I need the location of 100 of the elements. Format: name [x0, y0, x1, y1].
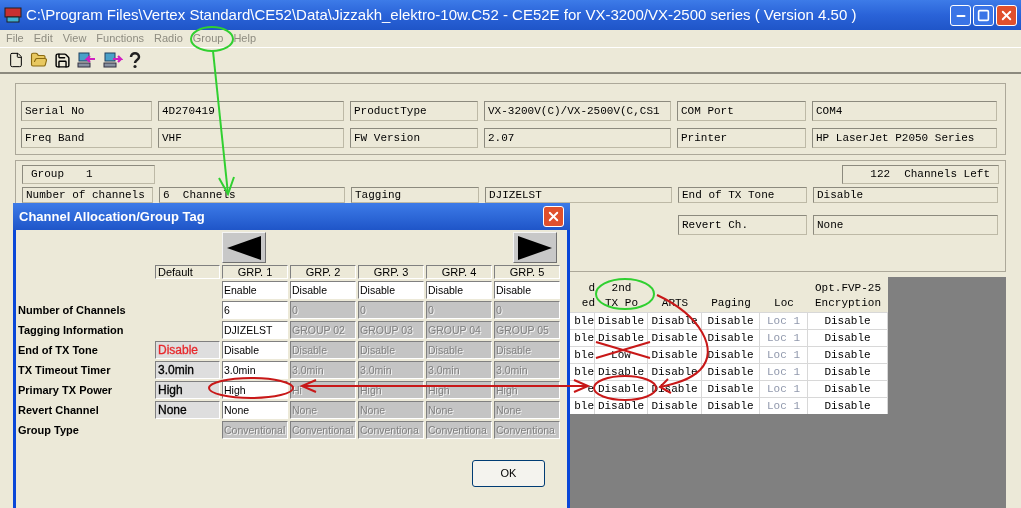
- input-field[interactable]: Disable: [494, 281, 560, 299]
- right-arrow-icon: [516, 234, 554, 261]
- table-cell-text: Disable: [651, 365, 698, 380]
- default-value: Disable: [158, 343, 199, 357]
- row-label: Primary TX Power: [17, 383, 114, 398]
- input-field[interactable]: 3.0min: [222, 361, 288, 379]
- disabled-field: Conventional: [290, 421, 356, 439]
- input-field[interactable]: Disable: [358, 281, 424, 299]
- folder-icon[interactable]: [30, 51, 48, 69]
- column-header: GRP. 2: [290, 265, 356, 279]
- group-label: Group 1: [22, 165, 155, 184]
- disabled-field: Disable: [494, 341, 560, 359]
- app-icon: [4, 7, 22, 23]
- row-label: Tagging Information: [17, 323, 125, 338]
- disabled-field: 3.0min: [358, 361, 424, 379]
- new-file-icon[interactable]: [8, 52, 24, 68]
- field-value: COM4: [812, 101, 997, 121]
- disabled-field: 0: [494, 301, 560, 319]
- field-label: ProductType: [350, 101, 478, 121]
- column-header: 2nd TX Po: [605, 281, 638, 311]
- help-icon[interactable]: [129, 51, 141, 69]
- field-value: DJIZELST: [485, 187, 672, 203]
- table-cell-text: Loc 1: [767, 365, 800, 380]
- input-field[interactable]: Disable: [222, 341, 288, 359]
- disabled-field: None: [494, 401, 560, 419]
- dialog-title: Channel Allocation/Group Tag: [19, 207, 205, 226]
- disabled-field: 3.0min: [494, 361, 560, 379]
- field-label: Printer: [677, 128, 806, 148]
- field-label: COM Port: [677, 101, 806, 121]
- table-cell-text: ble: [574, 365, 594, 380]
- input-field[interactable]: Disable: [290, 281, 356, 299]
- disabled-field: GROUP 05: [494, 321, 560, 339]
- column-header: GRP. 5: [494, 265, 560, 279]
- field-label: Tagging: [351, 187, 479, 203]
- disabled-field: 0: [426, 301, 492, 319]
- field-label: Freq Band: [21, 128, 152, 148]
- table-cell-text: Disable: [824, 399, 871, 414]
- input-field[interactable]: DJIZELST: [222, 321, 288, 339]
- field-value: 6 Channels: [159, 187, 345, 203]
- table-cell-text: Disable: [651, 399, 698, 414]
- table-cell-text: Disable: [824, 365, 871, 380]
- next-button[interactable]: [513, 232, 557, 263]
- disabled-field: 3.0min: [290, 361, 356, 379]
- ok-button[interactable]: OK: [472, 460, 545, 487]
- field-label: Number of channels: [22, 187, 153, 203]
- minimize-button[interactable]: [950, 4, 971, 26]
- transfer-icon[interactable]: [103, 51, 123, 69]
- disabled-field: Conventiona: [426, 421, 492, 439]
- row-label: Number of Channels: [17, 303, 127, 318]
- field-value: HP LaserJet P2050 Series: [812, 128, 997, 148]
- default-value: None: [158, 403, 187, 417]
- left-arrow-icon: [225, 234, 263, 261]
- input-field[interactable]: None: [222, 401, 288, 419]
- table-cell-text: Disable: [597, 399, 645, 414]
- default-value: High: [158, 383, 183, 397]
- table-cell-text: ble: [574, 399, 594, 414]
- column-header: Loc: [774, 296, 794, 311]
- table-cell-text: Disable: [597, 331, 645, 346]
- field-value: VX-3200V(C)/VX-2500V(C,CS1: [484, 101, 671, 121]
- disabled-field: GROUP 02: [290, 321, 356, 339]
- previous-button[interactable]: [222, 232, 266, 263]
- row-label: TX Timeout Timer: [17, 363, 112, 378]
- table-cell-text: Loc 1: [767, 314, 800, 329]
- disabled-field: 0: [358, 301, 424, 319]
- annotation-ellipse: [190, 26, 234, 52]
- close-button[interactable]: [996, 4, 1017, 26]
- close-button[interactable]: [543, 206, 564, 227]
- table-cell-text: Disable: [824, 314, 871, 329]
- field-value: VHF: [158, 128, 344, 148]
- row-label: Group Type: [17, 423, 80, 438]
- maximize-button[interactable]: [973, 4, 994, 26]
- table-cell-text: Disable: [707, 382, 754, 397]
- close-icon: [546, 209, 561, 224]
- table-cell-text: Loc 1: [767, 399, 800, 414]
- disabled-field: GROUP 03: [358, 321, 424, 339]
- table-cell-text: ble: [574, 331, 594, 346]
- table-cell-text: ble: [574, 314, 594, 329]
- maximize-icon: [977, 8, 990, 22]
- transfer-icon[interactable]: [77, 51, 97, 69]
- disabled-field: None: [426, 401, 492, 419]
- table-cell-text: Loc 1: [767, 382, 800, 397]
- input-field[interactable]: Enable: [222, 281, 288, 299]
- column-header: Default: [155, 265, 220, 279]
- field-value: Disable: [813, 187, 998, 203]
- field-value: None: [813, 215, 998, 235]
- table-cell-text: e: [587, 382, 594, 397]
- table-cell-text: Loc 1: [767, 331, 800, 346]
- table-cell-text: Disable: [651, 331, 698, 346]
- input-field[interactable]: Disable: [426, 281, 492, 299]
- window-title: C:\Program Files\Vertex Standard\CE52\Data\Jizzakh_elektro-10w.C52 - CE52E for VX-3200/VX-2500 series ( Version 4.50 ): [26, 4, 857, 25]
- save-icon[interactable]: [54, 51, 71, 69]
- disabled-field: Conventional: [222, 421, 288, 439]
- table-cell-text: Disable: [707, 399, 754, 414]
- input-field[interactable]: 6: [222, 301, 288, 319]
- field-label: Serial No: [21, 101, 152, 121]
- disabled-field: 3.0min: [426, 361, 492, 379]
- row-label: Revert Channel: [17, 403, 100, 418]
- disabled-field: None: [358, 401, 424, 419]
- table-cell-text: Loc 1: [767, 348, 800, 363]
- disabled-field: None: [290, 401, 356, 419]
